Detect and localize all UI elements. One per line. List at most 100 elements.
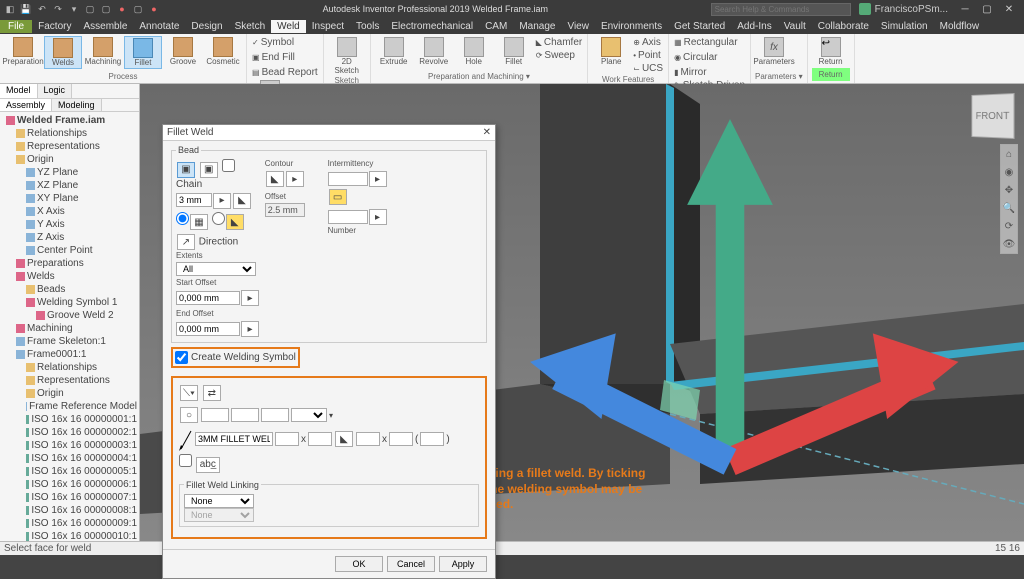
- sym-field[interactable]: [231, 408, 259, 422]
- 2d-sketch-button[interactable]: 2D Sketch: [328, 36, 366, 76]
- sym-field[interactable]: [201, 408, 229, 422]
- tree-node[interactable]: ISO 16x 16 00000003:1: [2, 439, 137, 452]
- model-tree[interactable]: Welded Frame.iam Relationships Represent…: [0, 112, 139, 541]
- direction-button[interactable]: ↗: [177, 234, 195, 250]
- browser-tab-model[interactable]: Model: [0, 84, 38, 98]
- parameters-button[interactable]: fxParameters: [755, 36, 793, 67]
- tree-node[interactable]: ISO 16x 16 00000001:1: [2, 413, 137, 426]
- tree-node[interactable]: Relationships: [2, 127, 137, 140]
- tree-node[interactable]: Representations: [2, 140, 137, 153]
- abc-button[interactable]: abc̲: [196, 457, 220, 473]
- intermit-arrow[interactable]: ▸: [369, 171, 387, 187]
- contour-button[interactable]: ◣: [266, 171, 284, 187]
- browser-subtab-assembly[interactable]: Assembly: [0, 99, 52, 111]
- tab-view[interactable]: View: [561, 20, 595, 33]
- tree-node[interactable]: Center Point: [2, 244, 137, 257]
- ucs-button[interactable]: ⌙ UCS: [632, 62, 664, 75]
- close-icon[interactable]: ✕: [483, 127, 491, 138]
- pick-face2-button[interactable]: ▣: [200, 162, 218, 178]
- tab-simulation[interactable]: Simulation: [875, 20, 934, 33]
- weld-note-input[interactable]: [195, 432, 273, 446]
- tab-inspect[interactable]: Inspect: [306, 20, 350, 33]
- tree-node[interactable]: ISO 16x 16 00000004:1: [2, 452, 137, 465]
- tab-annotate[interactable]: Annotate: [133, 20, 185, 33]
- dialog-titlebar[interactable]: Fillet Weld ✕: [163, 125, 495, 141]
- end-fill-button[interactable]: ▣ End Fill: [251, 51, 296, 64]
- tree-node[interactable]: Machining: [2, 322, 137, 335]
- tab-moldflow[interactable]: Moldflow: [934, 20, 985, 33]
- size-type-button[interactable]: ◣: [233, 193, 251, 209]
- tree-node[interactable]: Y Axis: [2, 218, 137, 231]
- tree-node[interactable]: Origin: [2, 387, 137, 400]
- plane-button[interactable]: Plane: [592, 36, 630, 67]
- tree-node[interactable]: Groove Weld 2: [2, 309, 137, 322]
- rectangular-button[interactable]: ▦ Rectangular: [673, 36, 738, 49]
- pick-face1-button[interactable]: ▣: [177, 162, 195, 178]
- contour-arrow[interactable]: ▸: [286, 171, 304, 187]
- intermit-input[interactable]: [328, 172, 368, 186]
- tab-design[interactable]: Design: [185, 20, 228, 33]
- qat-icon[interactable]: ●: [148, 3, 160, 15]
- size-arrow-button[interactable]: ▸: [213, 193, 231, 209]
- number-arrow[interactable]: ▸: [369, 209, 387, 225]
- welds-button[interactable]: Welds: [44, 36, 82, 69]
- maximize-button[interactable]: ▢: [976, 4, 998, 15]
- qat-icon[interactable]: ●: [116, 3, 128, 15]
- apply-button[interactable]: Apply: [439, 556, 487, 572]
- sym-toggle-button[interactable]: ⟍▾: [180, 385, 198, 401]
- dir-radio-2[interactable]: [212, 212, 225, 225]
- tab-sketch[interactable]: Sketch: [229, 20, 272, 33]
- chamfer-button[interactable]: ◣ Chamfer: [535, 36, 584, 49]
- tree-node[interactable]: ISO 16x 16 00000006:1: [2, 478, 137, 491]
- tree-node[interactable]: Beads: [2, 283, 137, 296]
- cancel-button[interactable]: Cancel: [387, 556, 435, 572]
- redo-icon[interactable]: ↷: [52, 3, 64, 15]
- preparation-button[interactable]: Preparation: [4, 36, 42, 67]
- machining-button[interactable]: Machining: [84, 36, 122, 67]
- number-input[interactable]: [328, 210, 368, 224]
- tree-node[interactable]: Frame Skeleton:1: [2, 335, 137, 348]
- tab-collaborate[interactable]: Collaborate: [812, 20, 875, 33]
- linking-select[interactable]: None: [184, 494, 254, 508]
- revolve-button[interactable]: Revolve: [415, 36, 453, 67]
- axis-button[interactable]: ⊕ Axis: [632, 36, 664, 49]
- qat-icon[interactable]: ▢: [84, 3, 96, 15]
- tree-node[interactable]: Frame Reference Model: [2, 400, 137, 413]
- sym-flag-button[interactable]: ○: [180, 407, 198, 423]
- undo-icon[interactable]: ↶: [36, 3, 48, 15]
- end-offset-arrow[interactable]: ▸: [241, 321, 259, 337]
- tree-node[interactable]: ISO 16x 16 00000002:1: [2, 426, 137, 439]
- tree-node[interactable]: Relationships: [2, 361, 137, 374]
- tab-manage[interactable]: Manage: [513, 20, 561, 33]
- tab-tools[interactable]: Tools: [350, 20, 385, 33]
- qat-icon[interactable]: ▢: [132, 3, 144, 15]
- tree-node[interactable]: XY Plane: [2, 192, 137, 205]
- tree-node[interactable]: X Axis: [2, 205, 137, 218]
- tree-node[interactable]: Preparations: [2, 257, 137, 270]
- point-button[interactable]: • Point: [632, 49, 664, 62]
- sym-field[interactable]: [420, 432, 444, 446]
- tree-node[interactable]: Origin: [2, 153, 137, 166]
- tab-factory[interactable]: Factory: [32, 20, 77, 33]
- tab-assemble[interactable]: Assemble: [77, 20, 133, 33]
- close-button[interactable]: ✕: [998, 4, 1020, 15]
- tree-node[interactable]: XZ Plane: [2, 179, 137, 192]
- save-icon[interactable]: 💾: [20, 3, 32, 15]
- tree-node[interactable]: YZ Plane: [2, 166, 137, 179]
- start-offset-arrow[interactable]: ▸: [241, 290, 259, 306]
- user-account[interactable]: FranciscoPSm...: [859, 3, 948, 15]
- sym-select[interactable]: [291, 408, 327, 422]
- chain-checkbox[interactable]: [222, 159, 235, 172]
- tree-node[interactable]: Frame0001:1: [2, 348, 137, 361]
- ok-button[interactable]: OK: [335, 556, 383, 572]
- circular-button[interactable]: ◉ Circular: [673, 51, 718, 64]
- dir-radio-1[interactable]: [176, 212, 189, 225]
- groove-button[interactable]: Groove: [164, 36, 202, 67]
- tab-get-started[interactable]: Get Started: [668, 20, 731, 33]
- tab-electromechanical[interactable]: Electromechanical: [385, 20, 479, 33]
- create-welding-symbol-checkbox[interactable]: [175, 351, 188, 364]
- hole-button[interactable]: Hole: [455, 36, 493, 67]
- sym-field[interactable]: [389, 432, 413, 446]
- qat-icon[interactable]: ▾: [68, 3, 80, 15]
- sym-contour-button[interactable]: ◣: [335, 431, 353, 447]
